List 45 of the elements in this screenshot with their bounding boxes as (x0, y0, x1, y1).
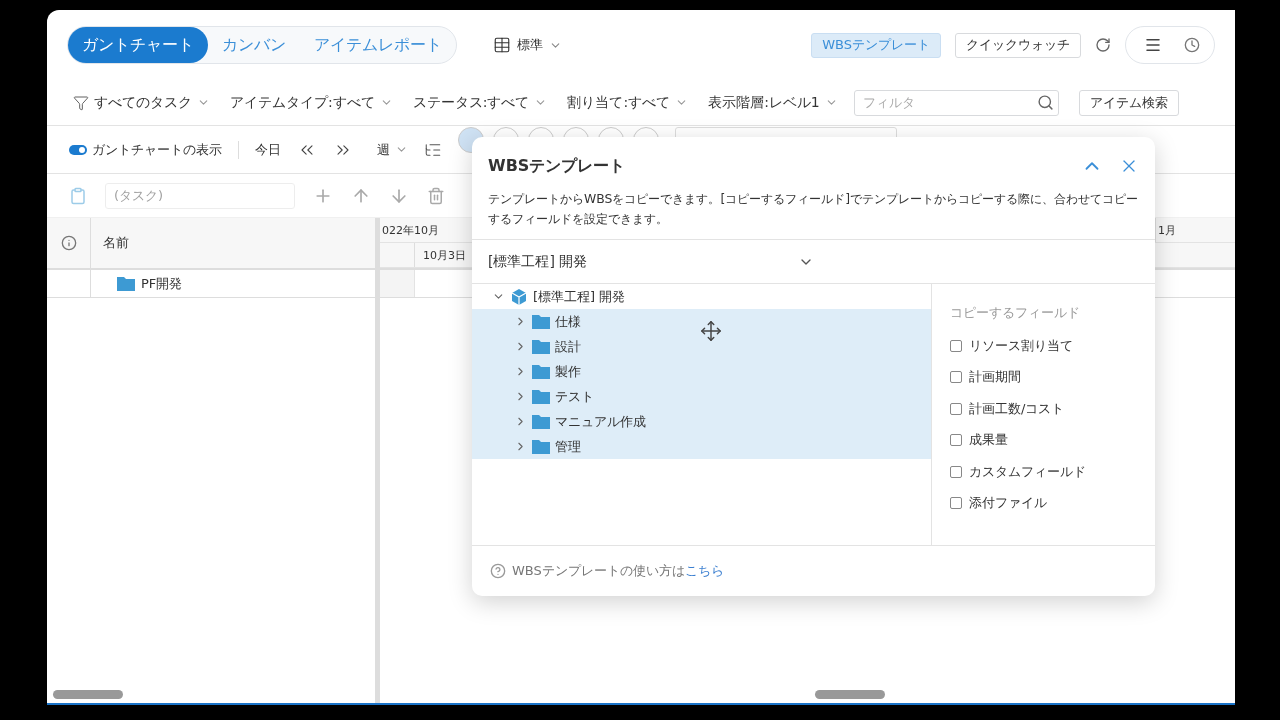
checkbox-label: 計画期間 (969, 368, 1021, 387)
filter-field[interactable]: フィルタ (853, 89, 1059, 116)
checkbox-label: リソース割り当て (969, 336, 1073, 355)
scale-dropdown[interactable]: 週 (377, 140, 408, 159)
tree-item[interactable]: テスト (472, 384, 931, 409)
tree-label: 製作 (555, 362, 581, 381)
dialog-title: WBSテンプレート (488, 155, 627, 177)
item-search-button[interactable]: アイテム検索 (1078, 89, 1179, 116)
tree-label: テスト (555, 387, 594, 406)
checkbox-label: 成果量 (969, 431, 1008, 450)
month-label: 022年10月 (382, 222, 439, 238)
layout-dropdown[interactable]: 標準 (493, 36, 562, 54)
help-link[interactable]: こちら (684, 563, 724, 578)
tree-label: 設計 (555, 337, 581, 356)
month-label: 1月 (1158, 222, 1176, 238)
view-tab[interactable]: ガントチャート (68, 27, 208, 63)
today-button[interactable]: 今日 (255, 140, 281, 159)
quick-watch-button[interactable]: クイックウォッチ (955, 32, 1081, 58)
filter-dropdown[interactable]: アイテムタイプ:すべて (230, 93, 393, 112)
tree-item[interactable]: 製作 (472, 359, 931, 384)
template-select[interactable]: [標準工程] 開発 (488, 252, 814, 271)
tree-label: マニュアル作成 (555, 412, 646, 431)
dialog-description: テンプレートからWBSをコピーできます。[コピーするフィールド]でテンプレートからコピーする際に、合わせてコピーするフィールドを設定できます。 (472, 185, 1155, 240)
day-label: 10月3日 (423, 247, 466, 263)
filter-dropdown[interactable]: 表示階層:レベル1 (708, 93, 838, 112)
column-header: 名前 (103, 234, 129, 252)
filter-dropdown[interactable]: 割り当て:すべて (567, 93, 689, 112)
tree-label: 管理 (555, 437, 581, 456)
tree-item[interactable]: 仕様 (472, 309, 931, 334)
tree-item[interactable]: 設計 (472, 334, 931, 359)
gantt-toggle[interactable]: ガントチャートの表示 (69, 140, 222, 159)
checkbox-label: 計画工数/コスト (969, 399, 1065, 418)
checkbox-label: 添付ファイル (969, 494, 1047, 513)
checkbox-label: カスタムフィールド (969, 462, 1086, 481)
tree-item[interactable]: マニュアル作成 (472, 409, 931, 434)
tree-label: 仕様 (555, 312, 581, 331)
filter-dropdown[interactable]: すべてのタスク (73, 93, 210, 112)
fields-title: コピーするフィールド (950, 304, 1081, 322)
filter-dropdown[interactable]: ステータス:すべて (412, 93, 548, 112)
task-name: PF開発 (141, 274, 183, 293)
tree-item[interactable]: [標準工程] 開発 (472, 284, 931, 309)
tree-item[interactable]: 管理 (472, 434, 931, 459)
help-text: WBSテンプレートの使い方はこちら (512, 562, 724, 580)
tree-label: [標準工程] 開発 (533, 287, 626, 306)
toggle-label: ガントチャートの表示 (92, 140, 222, 159)
